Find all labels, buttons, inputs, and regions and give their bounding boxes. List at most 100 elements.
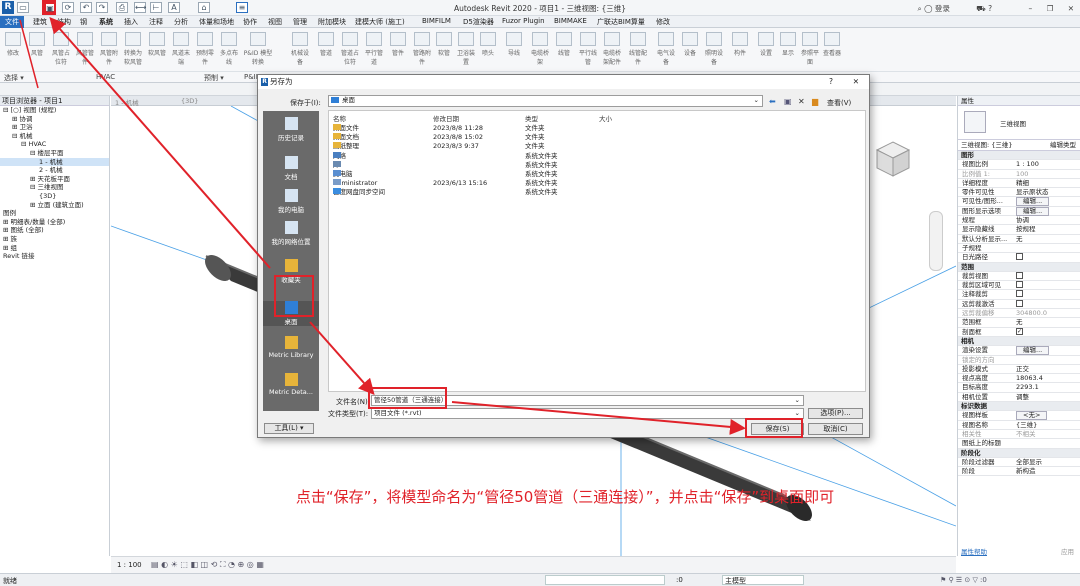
file-row[interactable]: 图纸整理 2023/8/3 9:37 文件夹	[329, 142, 749, 151]
fabrication-part-button[interactable]: 预制零件	[195, 32, 215, 66]
column-header-name[interactable]: 名称	[333, 113, 346, 123]
mechanical-equipment-button[interactable]: 机械设备	[290, 32, 310, 66]
cable-tray-fitting-button[interactable]: 电缆桥架配件	[602, 32, 622, 66]
tab-steel[interactable]: 钢	[80, 17, 87, 27]
tab-addins[interactable]: 附加模块	[318, 17, 346, 27]
flex-pipe-button[interactable]: 软管	[434, 32, 454, 57]
file-row[interactable]: 库 系统文件夹	[329, 160, 749, 170]
conduit-fitting-button[interactable]: 线管配件	[628, 32, 648, 66]
checkbox-icon[interactable]	[1016, 299, 1023, 307]
edit-type-button[interactable]: 编辑类型	[1050, 140, 1076, 151]
tree-node[interactable]: ⊞ 图纸 (全部)	[0, 226, 109, 235]
conduit-button[interactable]: 线管	[554, 32, 574, 57]
file-row[interactable]: 桌面文件 2023/8/8 11:28 文件夹	[329, 124, 749, 133]
property-checkbox[interactable]	[1016, 299, 1078, 309]
column-header-date[interactable]: 修改日期	[433, 113, 459, 123]
flex-duct-button[interactable]: 软风管	[147, 32, 167, 57]
property-checkbox[interactable]	[1016, 253, 1078, 262]
property-section[interactable]: 范围	[958, 262, 1080, 272]
tree-node[interactable]: ⊞ 组	[0, 244, 109, 253]
status-icons[interactable]: ⚑ ⚲ ☰ ⊙ ▽ :0	[940, 576, 987, 584]
duct-accessory-button[interactable]: 风管附件	[99, 32, 119, 66]
tab-annotate[interactable]: 注释	[149, 17, 163, 27]
help-icon[interactable]: ?	[988, 4, 994, 13]
tab-file[interactable]: 文件	[0, 16, 24, 28]
property-value[interactable]: 2293.1	[1016, 383, 1078, 392]
tree-node[interactable]: Revit 链接	[0, 252, 109, 261]
file-row[interactable]: 此电脑 系统文件夹	[329, 170, 749, 179]
air-terminal-button[interactable]: 风道末端	[171, 32, 191, 66]
tree-node[interactable]: ⊞ 族	[0, 235, 109, 244]
file-list[interactable]: 名称 修改日期 类型 大小 桌面文件 2023/8/8 11:28 文件夹 桌面文档 2…	[328, 110, 866, 392]
view-scale[interactable]: 1 : 100	[117, 561, 142, 569]
property-checkbox[interactable]	[1016, 271, 1078, 281]
wire-button[interactable]: 导线	[504, 32, 524, 57]
checkbox-icon[interactable]	[1016, 253, 1023, 261]
new-folder-icon[interactable]: ▆	[812, 97, 818, 106]
cart-icon[interactable]: ⛟	[976, 4, 988, 13]
checkbox-icon[interactable]	[1016, 290, 1023, 298]
tab-view[interactable]: 视图	[268, 17, 282, 27]
tab-bimmake[interactable]: BIMMAKE	[554, 17, 587, 25]
property-value[interactable]: 按规程	[1016, 225, 1078, 234]
minimize-button[interactable]: –	[1028, 4, 1032, 13]
property-value[interactable]: 精细	[1016, 179, 1078, 188]
tab-collaborate[interactable]: 协作	[243, 17, 257, 27]
workset-field[interactable]	[545, 575, 665, 585]
property-checkbox[interactable]	[1016, 290, 1078, 299]
property-checkbox[interactable]	[1016, 281, 1078, 290]
set-button[interactable]: 设置	[756, 32, 776, 57]
tree-node[interactable]: {3D}	[0, 192, 109, 201]
property-section[interactable]: 相机	[958, 336, 1080, 347]
back-icon[interactable]: ⬅	[769, 97, 776, 106]
view-controls-icons[interactable]: ▤ ◐ ☀ ⬚ ◧ ◫ ⟲ ⛶ ◔ ⊕ ◎ ▦	[151, 560, 264, 570]
column-header-size[interactable]: 大小	[599, 113, 612, 123]
property-section[interactable]: 标识数据	[958, 402, 1080, 412]
lighting-fixture-button[interactable]: 照明设备	[704, 32, 724, 66]
device-button[interactable]: 设备	[680, 32, 700, 57]
tree-node[interactable]: ⊟ 楼层平面	[0, 149, 109, 158]
pipe-fitting-button[interactable]: 管件	[388, 32, 408, 57]
duct-button[interactable]: 风管	[27, 32, 47, 57]
type-selector[interactable]: 三维视图	[958, 106, 1080, 140]
pipe-button[interactable]: 管道	[316, 32, 336, 57]
tree-node[interactable]: 2 - 机械	[0, 166, 109, 175]
component-button[interactable]: 构件	[730, 32, 750, 57]
tab-analyze[interactable]: 分析	[174, 17, 188, 27]
show-button[interactable]: 显示	[778, 32, 798, 57]
electrical-equipment-button[interactable]: 电气设备	[656, 32, 676, 66]
instance-selector[interactable]: 三维视图: {三维} 编辑类型	[958, 140, 1080, 151]
tree-node[interactable]: ⊞ 协调	[0, 115, 109, 124]
checkbox-icon[interactable]	[1016, 271, 1023, 279]
property-value[interactable]: 无	[1016, 235, 1078, 244]
cable-tray-button[interactable]: 电缆桥架	[530, 32, 550, 66]
close-window-button[interactable]: ✕	[1068, 4, 1074, 13]
file-row[interactable]: 桌面文档 2023/8/8 15:02 文件夹	[329, 133, 749, 142]
select-group-label[interactable]: 选择 ▾	[4, 73, 24, 83]
tab-bim-master[interactable]: 建模大师 (施工)	[355, 17, 405, 27]
property-value[interactable]: 全部显示	[1016, 458, 1078, 467]
filetype-select[interactable]: 项目文件 (*.rvt) ⌄	[371, 408, 804, 419]
tab-structure[interactable]: 结构	[57, 17, 71, 27]
place-6[interactable]: Metric Library	[263, 336, 319, 359]
property-value[interactable]: 100	[1016, 170, 1078, 179]
tree-node[interactable]: ⊟ 机械	[0, 132, 109, 141]
checkbox-icon[interactable]: ✓	[1016, 327, 1023, 335]
tab-modify[interactable]: 修改	[656, 17, 670, 27]
viewcube[interactable]	[871, 136, 913, 178]
delete-icon[interactable]: ✕	[798, 97, 805, 106]
tree-node[interactable]: 图例	[0, 209, 109, 218]
navigation-bar[interactable]	[929, 211, 943, 271]
tab-architecture[interactable]: 建筑	[33, 17, 47, 27]
dialog-help-button[interactable]: ?	[829, 75, 833, 89]
property-value[interactable]: 协调	[1016, 216, 1078, 225]
tools-button[interactable]: 工具(L) ▾	[264, 423, 314, 434]
tree-node[interactable]: ⊟ HVAC	[0, 140, 109, 149]
tab-bimfilm[interactable]: BIMFILM	[422, 17, 451, 25]
property-edit-button[interactable]: 编辑...	[1016, 197, 1078, 207]
tree-node[interactable]: 1 - 机械	[0, 157, 109, 167]
pipe-placeholder-button[interactable]: 管道占位符	[340, 32, 360, 66]
property-value[interactable]: 不相关	[1016, 430, 1078, 439]
restore-button[interactable]: ❐	[1047, 4, 1054, 13]
tab-systems[interactable]: 系统	[99, 17, 113, 27]
